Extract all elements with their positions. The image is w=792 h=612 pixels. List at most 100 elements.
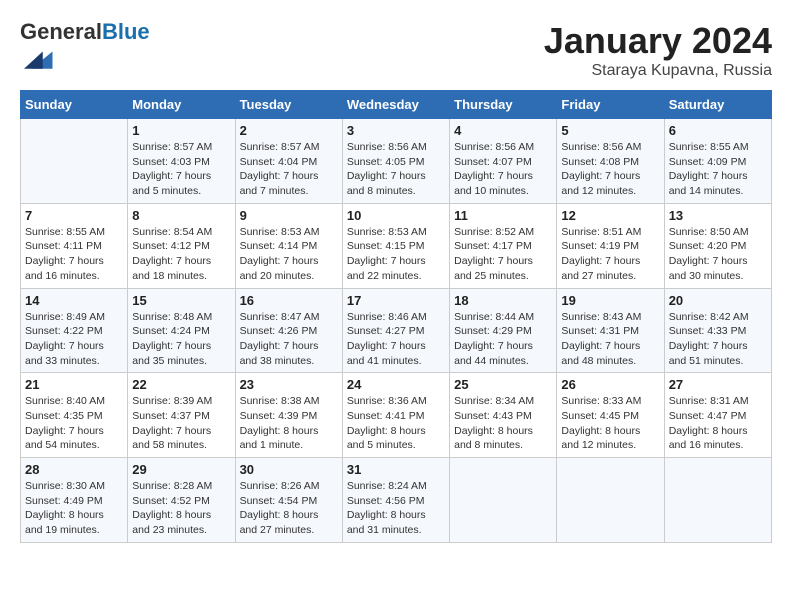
calendar-cell: 16Sunrise: 8:47 AMSunset: 4:26 PMDayligh… xyxy=(235,288,342,373)
calendar-cell: 29 Sunrise: 8:28 AMSunset: 4:52 PMDayligh… xyxy=(128,458,235,543)
day-info: Sunrise: 8:44 AMSunset: 4:29 PMDaylight:… xyxy=(454,310,552,369)
day-info: Sunrise: 8:31 AMSunset: 4:47 PMDaylight:… xyxy=(669,394,767,453)
page-header: GeneralBlue January 2024 Staraya Kupavna… xyxy=(20,20,772,80)
week-row-4: 21Sunrise: 8:40 AMSunset: 4:35 PMDayligh… xyxy=(21,373,772,458)
location-title: Staraya Kupavna, Russia xyxy=(544,62,772,80)
calendar-cell: 23 Sunrise: 8:38 AMSunset: 4:39 PMDayligh… xyxy=(235,373,342,458)
week-row-5: 28Sunrise: 8:30 AMSunset: 4:49 PMDayligh… xyxy=(21,458,772,543)
day-number: 24 xyxy=(347,377,445,392)
calendar-cell: 27 Sunrise: 8:31 AMSunset: 4:47 PMDayligh… xyxy=(664,373,771,458)
calendar-cell: 17 Sunrise: 8:46 AMSunset: 4:27 PMDayligh… xyxy=(342,288,449,373)
calendar-cell xyxy=(21,119,128,204)
day-number: 9 xyxy=(240,208,338,223)
day-number: 20 xyxy=(669,293,767,308)
calendar-cell xyxy=(450,458,557,543)
day-info: Sunrise: 8:43 AMSunset: 4:31 PMDaylight:… xyxy=(561,310,659,369)
day-number: 4 xyxy=(454,123,552,138)
day-number: 27 xyxy=(669,377,767,392)
day-number: 17 xyxy=(347,293,445,308)
calendar-cell: 25 Sunrise: 8:34 AMSunset: 4:43 PMDayligh… xyxy=(450,373,557,458)
day-info: Sunrise: 8:48 AMSunset: 4:24 PMDaylight:… xyxy=(132,310,230,369)
day-info: Sunrise: 8:56 AMSunset: 4:07 PMDaylight:… xyxy=(454,140,552,199)
day-number: 1 xyxy=(132,123,230,138)
day-info: Sunrise: 8:57 AMSunset: 4:03 PMDaylight:… xyxy=(132,140,230,199)
logo-icon xyxy=(24,44,54,74)
logo-blue-text: Blue xyxy=(102,19,150,44)
calendar-cell: 22 Sunrise: 8:39 AMSunset: 4:37 PMDayligh… xyxy=(128,373,235,458)
day-info: Sunrise: 8:34 AMSunset: 4:43 PMDaylight:… xyxy=(454,394,552,453)
day-number: 2 xyxy=(240,123,338,138)
day-number: 19 xyxy=(561,293,659,308)
calendar-cell: 13 Sunrise: 8:50 AMSunset: 4:20 PMDayligh… xyxy=(664,203,771,288)
day-number: 22 xyxy=(132,377,230,392)
calendar-cell: 11 Sunrise: 8:52 AMSunset: 4:17 PMDayligh… xyxy=(450,203,557,288)
calendar-cell: 31Sunrise: 8:24 AMSunset: 4:56 PMDayligh… xyxy=(342,458,449,543)
day-info: Sunrise: 8:38 AMSunset: 4:39 PMDaylight:… xyxy=(240,394,338,453)
day-info: Sunrise: 8:28 AMSunset: 4:52 PMDaylight:… xyxy=(132,479,230,538)
calendar-cell: 18 Sunrise: 8:44 AMSunset: 4:29 PMDayligh… xyxy=(450,288,557,373)
day-number: 7 xyxy=(25,208,123,223)
day-info: Sunrise: 8:49 AMSunset: 4:22 PMDaylight:… xyxy=(25,310,123,369)
day-number: 25 xyxy=(454,377,552,392)
day-number: 16 xyxy=(240,293,338,308)
calendar-cell: 3 Sunrise: 8:56 AMSunset: 4:05 PMDaylight… xyxy=(342,119,449,204)
calendar-cell: 24 Sunrise: 8:36 AMSunset: 4:41 PMDayligh… xyxy=(342,373,449,458)
calendar-cell xyxy=(557,458,664,543)
calendar-cell: 9Sunrise: 8:53 AMSunset: 4:14 PMDaylight… xyxy=(235,203,342,288)
day-info: Sunrise: 8:39 AMSunset: 4:37 PMDaylight:… xyxy=(132,394,230,453)
day-info: Sunrise: 8:55 AMSunset: 4:11 PMDaylight:… xyxy=(25,225,123,284)
week-row-2: 7 Sunrise: 8:55 AMSunset: 4:11 PMDaylight… xyxy=(21,203,772,288)
day-info: Sunrise: 8:36 AMSunset: 4:41 PMDaylight:… xyxy=(347,394,445,453)
calendar-cell: 4 Sunrise: 8:56 AMSunset: 4:07 PMDaylight… xyxy=(450,119,557,204)
day-number: 13 xyxy=(669,208,767,223)
calendar-cell: 2 Sunrise: 8:57 AMSunset: 4:04 PMDaylight… xyxy=(235,119,342,204)
calendar-cell: 19 Sunrise: 8:43 AMSunset: 4:31 PMDayligh… xyxy=(557,288,664,373)
day-info: Sunrise: 8:24 AMSunset: 4:56 PMDaylight:… xyxy=(347,479,445,538)
column-header-thursday: Thursday xyxy=(450,91,557,119)
day-info: Sunrise: 8:57 AMSunset: 4:04 PMDaylight:… xyxy=(240,140,338,199)
column-header-friday: Friday xyxy=(557,91,664,119)
day-number: 30 xyxy=(240,462,338,477)
day-info: Sunrise: 8:50 AMSunset: 4:20 PMDaylight:… xyxy=(669,225,767,284)
day-number: 29 xyxy=(132,462,230,477)
calendar-cell: 6Sunrise: 8:55 AMSunset: 4:09 PMDaylight… xyxy=(664,119,771,204)
column-header-monday: Monday xyxy=(128,91,235,119)
day-info: Sunrise: 8:42 AMSunset: 4:33 PMDaylight:… xyxy=(669,310,767,369)
calendar-cell: 8Sunrise: 8:54 AMSunset: 4:12 PMDaylight… xyxy=(128,203,235,288)
title-block: January 2024 Staraya Kupavna, Russia xyxy=(544,20,772,80)
header-row: SundayMondayTuesdayWednesdayThursdayFrid… xyxy=(21,91,772,119)
week-row-3: 14Sunrise: 8:49 AMSunset: 4:22 PMDayligh… xyxy=(21,288,772,373)
column-header-wednesday: Wednesday xyxy=(342,91,449,119)
day-info: Sunrise: 8:46 AMSunset: 4:27 PMDaylight:… xyxy=(347,310,445,369)
logo-general-text: General xyxy=(20,19,102,44)
day-info: Sunrise: 8:33 AMSunset: 4:45 PMDaylight:… xyxy=(561,394,659,453)
day-number: 11 xyxy=(454,208,552,223)
day-info: Sunrise: 8:52 AMSunset: 4:17 PMDaylight:… xyxy=(454,225,552,284)
day-number: 21 xyxy=(25,377,123,392)
calendar-cell: 1 Sunrise: 8:57 AMSunset: 4:03 PMDaylight… xyxy=(128,119,235,204)
calendar-cell: 7 Sunrise: 8:55 AMSunset: 4:11 PMDaylight… xyxy=(21,203,128,288)
logo: GeneralBlue xyxy=(20,20,150,79)
day-info: Sunrise: 8:26 AMSunset: 4:54 PMDaylight:… xyxy=(240,479,338,538)
day-number: 3 xyxy=(347,123,445,138)
day-info: Sunrise: 8:51 AMSunset: 4:19 PMDaylight:… xyxy=(561,225,659,284)
calendar-cell: 15Sunrise: 8:48 AMSunset: 4:24 PMDayligh… xyxy=(128,288,235,373)
day-info: Sunrise: 8:56 AMSunset: 4:05 PMDaylight:… xyxy=(347,140,445,199)
calendar-cell: 14Sunrise: 8:49 AMSunset: 4:22 PMDayligh… xyxy=(21,288,128,373)
day-number: 23 xyxy=(240,377,338,392)
day-number: 26 xyxy=(561,377,659,392)
calendar-cell: 12 Sunrise: 8:51 AMSunset: 4:19 PMDayligh… xyxy=(557,203,664,288)
day-number: 18 xyxy=(454,293,552,308)
calendar-cell: 20 Sunrise: 8:42 AMSunset: 4:33 PMDayligh… xyxy=(664,288,771,373)
column-header-saturday: Saturday xyxy=(664,91,771,119)
column-header-tuesday: Tuesday xyxy=(235,91,342,119)
day-number: 12 xyxy=(561,208,659,223)
calendar-cell: 5Sunrise: 8:56 AMSunset: 4:08 PMDaylight… xyxy=(557,119,664,204)
day-number: 5 xyxy=(561,123,659,138)
calendar-cell xyxy=(664,458,771,543)
day-info: Sunrise: 8:53 AMSunset: 4:15 PMDaylight:… xyxy=(347,225,445,284)
calendar-cell: 30 Sunrise: 8:26 AMSunset: 4:54 PMDayligh… xyxy=(235,458,342,543)
day-info: Sunrise: 8:30 AMSunset: 4:49 PMDaylight:… xyxy=(25,479,123,538)
day-number: 10 xyxy=(347,208,445,223)
calendar-cell: 21Sunrise: 8:40 AMSunset: 4:35 PMDayligh… xyxy=(21,373,128,458)
